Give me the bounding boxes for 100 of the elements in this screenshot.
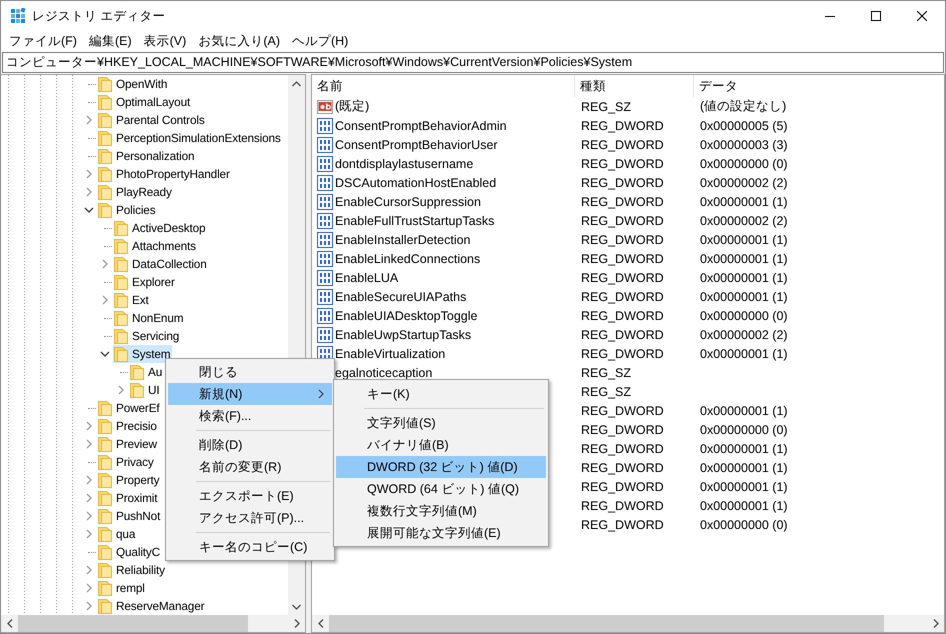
value-data: 0x00000003 (3) <box>700 138 788 152</box>
address-bar[interactable]: コンピューター¥HKEY_LOCAL_MACHINE¥SOFTWARE¥Microsoft¥Windows¥CurrentVersion¥Policies¥System <box>2 52 944 73</box>
menu-item[interactable]: キー(K) <box>336 383 546 405</box>
tree-item[interactable]: Reliability <box>97 561 167 579</box>
maximize-icon[interactable] <box>871 11 881 21</box>
chevron-down-icon[interactable] <box>84 205 94 215</box>
chevron-right-icon[interactable] <box>116 385 126 395</box>
menu-item[interactable]: キー名のコピー(C) <box>168 536 332 558</box>
tree-item[interactable]: Attachments <box>113 237 198 255</box>
value-name[interactable]: EnableCursorSuppression <box>335 194 481 208</box>
chevron-right-icon[interactable] <box>84 421 94 431</box>
menu-item[interactable]: ファイル(F) <box>3 30 83 52</box>
value-name[interactable]: EnableFullTrustStartupTasks <box>335 214 494 228</box>
close-icon[interactable] <box>917 11 927 21</box>
tree-item[interactable]: Privacy <box>97 453 156 471</box>
menu-item[interactable]: 検索(F)... <box>168 405 332 427</box>
tree-item[interactable]: Ext <box>113 291 151 309</box>
folder-icon <box>98 490 112 506</box>
tree-item[interactable]: OpenWith <box>97 75 170 93</box>
value-name[interactable]: EnableUIADesktopToggle <box>335 308 478 322</box>
value-name[interactable]: dontdisplaylastusername <box>335 156 474 170</box>
value-data: 0x00000000 (0) <box>700 308 788 322</box>
tree-item[interactable]: Preview <box>97 435 159 453</box>
column-header[interactable]: 名前 <box>312 75 575 97</box>
value-name[interactable]: EnableLinkedConnections <box>335 252 480 266</box>
menu-item[interactable]: 編集(E) <box>82 30 138 52</box>
chevron-down-icon[interactable] <box>100 349 110 359</box>
chevron-right-icon[interactable] <box>84 439 94 449</box>
tree-item[interactable]: rempl <box>97 579 147 597</box>
value-name[interactable]: ConsentPromptBehaviorUser <box>335 138 498 152</box>
menu-item[interactable]: DWORD (32 ビット) 値(D) <box>336 456 546 478</box>
tree-item[interactable]: Au <box>129 363 164 381</box>
tree-item[interactable]: NonEnum <box>113 309 186 327</box>
value-name[interactable]: EnableUwpStartupTasks <box>335 328 472 342</box>
tree-item[interactable]: System <box>113 345 172 363</box>
scroll-down-icon[interactable] <box>292 604 301 610</box>
chevron-right-icon[interactable] <box>84 115 94 125</box>
value-name[interactable]: (既定) <box>335 98 370 115</box>
tree-item[interactable]: Explorer <box>113 273 177 291</box>
menu-item[interactable]: ヘルプ(H) <box>286 30 354 52</box>
scroll-left-icon[interactable] <box>6 619 12 628</box>
tree-item[interactable]: Policies <box>97 201 158 219</box>
tree-item[interactable]: Precisio <box>97 417 159 435</box>
horizontal-scrollbar[interactable] <box>1 615 305 632</box>
chevron-right-icon[interactable] <box>84 475 94 485</box>
menu-item[interactable]: QWORD (64 ビット) 値(Q) <box>336 478 546 500</box>
scroll-right-icon[interactable] <box>932 619 938 628</box>
menu-item[interactable]: 名前の変更(R) <box>168 456 332 478</box>
tree-item[interactable]: qua <box>97 525 138 543</box>
chevron-right-icon[interactable] <box>84 169 94 179</box>
menu-item[interactable]: 展開可能な文字列値(E) <box>336 522 546 544</box>
scroll-left-icon[interactable] <box>318 619 324 628</box>
value-name[interactable]: EnableInstallerDetection <box>335 232 470 246</box>
horizontal-scrollbar[interactable] <box>312 615 944 632</box>
menu-item[interactable]: バイナリ値(B) <box>336 434 546 456</box>
scroll-right-icon[interactable] <box>294 619 300 628</box>
tree-item[interactable]: ReserveManager <box>97 597 206 615</box>
tree-item[interactable]: DataCollection <box>113 255 209 273</box>
tree-item[interactable]: PlayReady <box>97 183 174 201</box>
column-header[interactable]: データ <box>694 75 894 97</box>
value-name[interactable]: EnableVirtualization <box>335 346 446 360</box>
chevron-right-icon[interactable] <box>84 565 94 575</box>
chevron-right-icon[interactable] <box>100 295 110 305</box>
tree-item[interactable]: ActiveDesktop <box>113 219 208 237</box>
tree-item[interactable]: PushNot <box>97 507 162 525</box>
value-name[interactable]: EnableSecureUIAPaths <box>335 290 466 304</box>
value-name[interactable]: egalnoticecaption <box>335 366 432 380</box>
tree-item[interactable]: Property <box>97 471 162 489</box>
tree-item[interactable]: PerceptionSimulationExtensions <box>97 129 283 147</box>
tree-item[interactable]: Parental Controls <box>97 111 207 129</box>
menu-item[interactable]: アクセス許可(P)... <box>168 507 332 529</box>
chevron-right-icon[interactable] <box>84 511 94 521</box>
menu-item[interactable]: 新規(N) <box>168 383 332 405</box>
chevron-right-icon[interactable] <box>100 259 110 269</box>
chevron-right-icon[interactable] <box>84 601 94 611</box>
value-name[interactable]: EnableLUA <box>335 270 398 284</box>
chevron-right-icon[interactable] <box>84 583 94 593</box>
folder-icon <box>114 274 128 290</box>
menu-item[interactable]: 表示(V) <box>138 30 192 52</box>
value-name[interactable]: DSCAutomationHostEnabled <box>335 176 496 190</box>
column-header[interactable]: 種類 <box>575 75 694 97</box>
chevron-right-icon[interactable] <box>84 529 94 539</box>
tree-item[interactable]: PowerEf <box>97 399 162 417</box>
chevron-right-icon[interactable] <box>84 493 94 503</box>
tree-item[interactable]: Servicing <box>113 327 182 345</box>
menu-item[interactable]: 削除(D) <box>168 434 332 456</box>
menu-item[interactable]: 閉じる <box>168 361 332 383</box>
menu-item[interactable]: エクスポート(E) <box>168 485 332 507</box>
chevron-right-icon[interactable] <box>84 187 94 197</box>
tree-item[interactable]: QualityC <box>97 543 162 561</box>
menu-item[interactable]: お気に入り(A) <box>192 30 286 52</box>
tree-item[interactable]: PhotoPropertyHandler <box>97 165 232 183</box>
tree-item[interactable]: UI <box>129 381 162 399</box>
menu-item[interactable]: 複数行文字列値(M) <box>336 500 546 522</box>
tree-item[interactable]: Personalization <box>97 147 196 165</box>
tree-item[interactable]: OptimalLayout <box>97 93 192 111</box>
tree-item[interactable]: Proximit <box>97 489 160 507</box>
scroll-up-icon[interactable] <box>292 80 301 86</box>
menu-item[interactable]: 文字列値(S) <box>336 412 546 434</box>
value-name[interactable]: ConsentPromptBehaviorAdmin <box>335 118 507 132</box>
